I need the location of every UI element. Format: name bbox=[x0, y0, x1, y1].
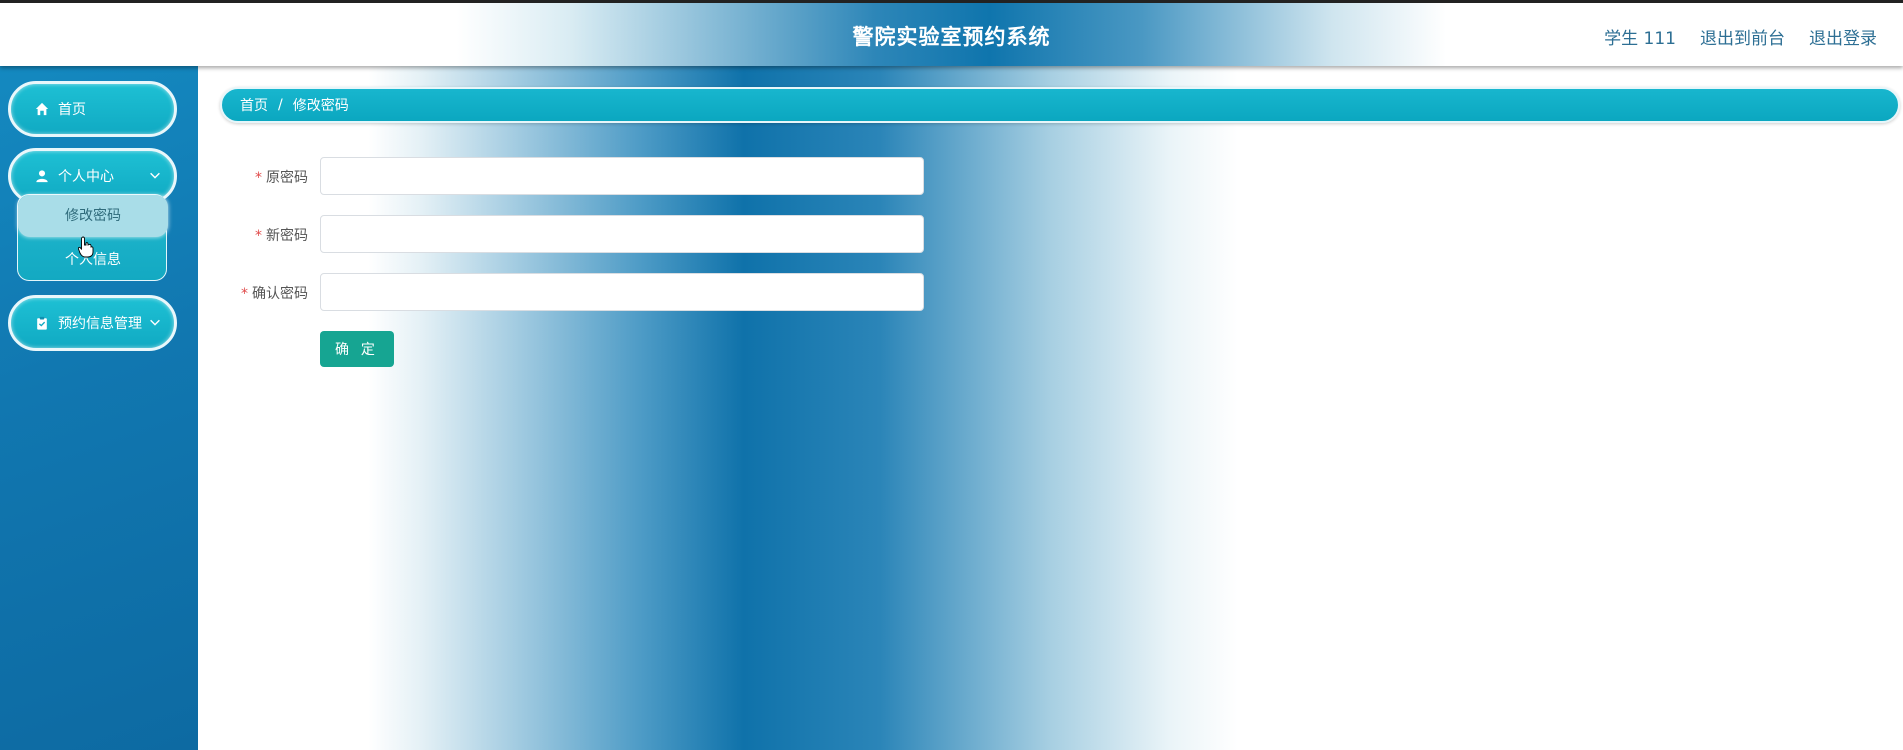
field-label-text: 原密码 bbox=[266, 170, 308, 186]
form-row-confirm-password: * 确认密码 bbox=[198, 273, 998, 311]
confirm-password-label: * 确认密码 bbox=[198, 283, 308, 303]
form-row-old-password: * 原密码 bbox=[198, 157, 998, 195]
home-icon bbox=[35, 102, 49, 116]
sidebar-subitem-change-password[interactable]: 修改密码 bbox=[18, 195, 168, 237]
main-content: 首页 / 修改密码 * 原密码 * 新密码 * 确认密码 确 定 bbox=[198, 66, 1903, 750]
old-password-label: * 原密码 bbox=[198, 167, 308, 187]
exit-to-frontend-link[interactable]: 退出到前台 bbox=[1700, 24, 1785, 49]
clipboard-icon bbox=[37, 316, 47, 330]
user-icon bbox=[36, 170, 48, 183]
breadcrumb: 首页 / 修改密码 bbox=[220, 87, 1900, 123]
sidebar-item-home[interactable]: 首页 bbox=[8, 81, 177, 137]
top-header: 警院实验室预约系统 学生 111 退出到前台 退出登录 bbox=[0, 0, 1903, 66]
chevron-down-icon bbox=[150, 319, 160, 326]
hand-cursor-icon bbox=[78, 236, 94, 258]
new-password-label: * 新密码 bbox=[198, 225, 308, 245]
chevron-down-icon bbox=[150, 172, 160, 179]
breadcrumb-home[interactable]: 首页 bbox=[240, 95, 268, 115]
breadcrumb-separator: / bbox=[278, 97, 283, 113]
breadcrumb-current: 修改密码 bbox=[292, 98, 349, 114]
confirm-button[interactable]: 确 定 bbox=[320, 331, 394, 367]
sidebar-item-label: 个人中心 bbox=[58, 169, 114, 185]
field-label-text: 确认密码 bbox=[252, 286, 308, 302]
required-mark: * bbox=[255, 228, 262, 244]
old-password-input[interactable] bbox=[320, 157, 924, 195]
required-mark: * bbox=[241, 286, 248, 302]
required-mark: * bbox=[255, 170, 262, 186]
form-row-new-password: * 新密码 bbox=[198, 215, 998, 253]
logout-link[interactable]: 退出登录 bbox=[1809, 24, 1877, 49]
field-label-text: 新密码 bbox=[266, 228, 308, 244]
new-password-input[interactable] bbox=[320, 215, 924, 253]
sidebar-item-label: 首页 bbox=[58, 102, 86, 118]
current-user-link[interactable]: 学生 111 bbox=[1604, 24, 1676, 49]
header-links: 学生 111 退出到前台 退出登录 bbox=[1604, 24, 1877, 49]
sidebar-item-label: 预约信息管理 bbox=[58, 316, 142, 332]
sidebar-item-reservation-management[interactable]: 预约信息管理 bbox=[8, 295, 177, 351]
confirm-password-input[interactable] bbox=[320, 273, 924, 311]
sidebar: 首页 个人中心 修改密码 个人信息 预约信息管理 bbox=[0, 66, 198, 750]
